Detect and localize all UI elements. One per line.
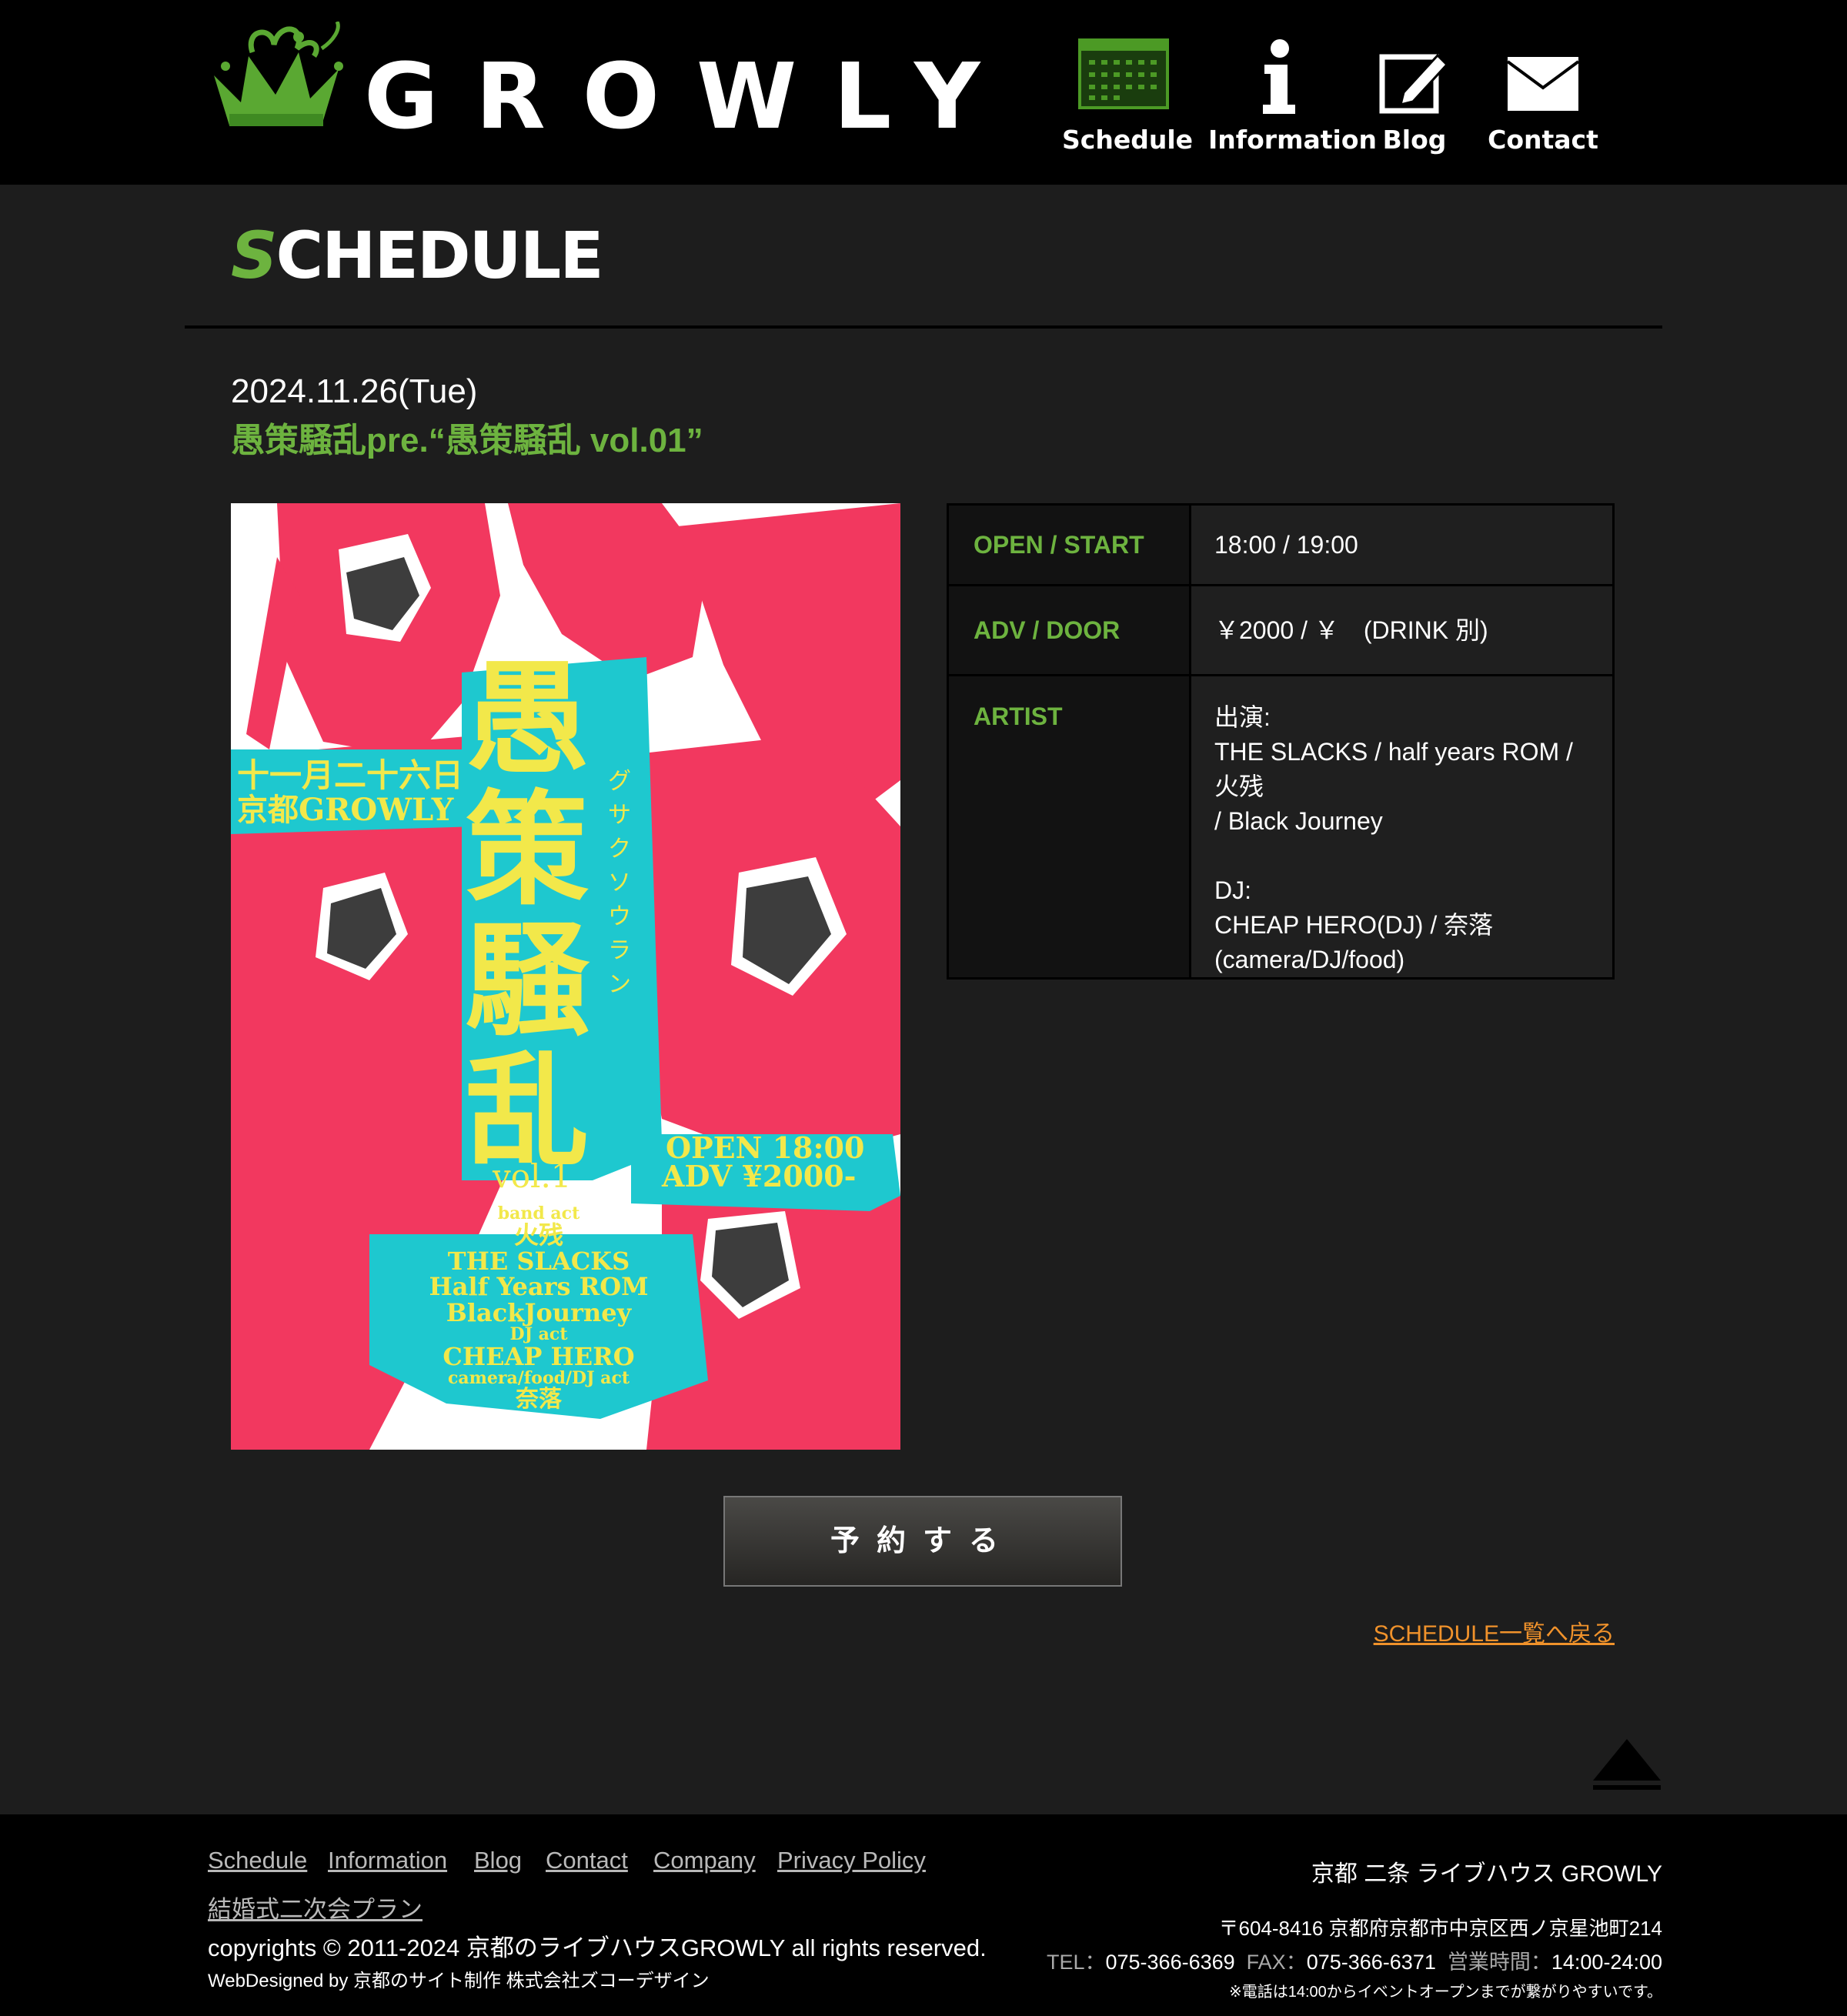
nav-blog[interactable]: Blog: [1376, 38, 1453, 162]
table-row: ARTIST 出演: THE SLACKS / half years ROM /…: [947, 674, 1615, 980]
nav-information-label: Information: [1208, 125, 1377, 155]
phone-note: ※電話は14:00からイベントオープンまでが繋がりやすいです。: [1228, 1984, 1662, 2001]
flyer-title-char-4: 乱: [466, 1039, 590, 1183]
artist-value: 出演: THE SLACKS / half years ROM / 火残 / B…: [1189, 674, 1615, 980]
open-start-value: 18:00 / 19:00: [1189, 503, 1615, 586]
crown-icon: [214, 22, 343, 126]
calendar-icon: [1078, 38, 1169, 109]
flyer-band-2: THE SLACKS: [447, 1246, 630, 1276]
nav-schedule-label: Schedule: [1062, 125, 1194, 155]
edit-icon: [1379, 53, 1449, 114]
flyer-title-char-2: 策: [466, 777, 590, 922]
page-title: SCHEDULE: [231, 218, 604, 293]
footer-link-wedding-plan[interactable]: 結婚式二次会プラン: [208, 1890, 423, 1924]
footer-link-information[interactable]: Information: [328, 1847, 447, 1874]
fax-number: 075-366-6371: [1306, 1951, 1436, 1974]
artist-label: ARTIST: [947, 674, 1191, 980]
venue-contact-line: TEL：075-366-6369 FAX：075-366-6371 営業時間：1…: [1047, 1945, 1662, 1975]
nav-contact-label: Contact: [1488, 125, 1598, 155]
tel-number: 075-366-6369: [1105, 1951, 1235, 1974]
footer-link-contact[interactable]: Contact: [546, 1847, 628, 1874]
flyer-band-1: 火残: [513, 1220, 563, 1250]
copyright-text: copyrights © 2011-2024 京都のライブハウスGROWLY a…: [208, 1934, 987, 1961]
logo-wordmark: GROWLY: [364, 43, 1017, 149]
page-top-icon[interactable]: [1591, 1737, 1662, 1793]
site-header: GROWLY Schedule Information Blog Contact: [0, 0, 1847, 185]
open-start-label: OPEN / START: [947, 503, 1191, 586]
event-title: 愚策騒乱pre.“愚策騒乱 vol.01”: [231, 422, 703, 459]
artist-line: (camera/DJ/food): [1214, 946, 1405, 973]
flyer-title-char-3: 騒: [466, 908, 590, 1053]
flyer-title-char-1: 愚: [466, 646, 590, 791]
flyer-adv: ADV ¥2000-: [662, 1159, 857, 1193]
adv-door-label: ADV / DOOR: [947, 584, 1191, 676]
tel-label: TEL：: [1046, 1951, 1106, 1974]
back-to-schedule-link[interactable]: SCHEDULE一覧へ戻る: [1374, 1614, 1615, 1648]
business-hours: 14:00-24:00: [1551, 1951, 1662, 1974]
flyer-camera: 奈落: [516, 1386, 562, 1414]
flyer-dj: CHEAP HERO: [443, 1341, 635, 1371]
flyer-lineup: band act 火残 THE SLACKS Half Years ROM Bl…: [377, 1204, 700, 1414]
flyer-camera-label: camera/food/DJ act: [448, 1368, 630, 1389]
footer-link-schedule[interactable]: Schedule: [208, 1847, 307, 1874]
site-logo[interactable]: GROWLY: [206, 22, 980, 145]
flyer-date-line2: 京都GROWLY: [237, 792, 454, 828]
adv-door-value: ￥2000 / ￥ (DRINK 別): [1189, 584, 1615, 676]
footer-link-company[interactable]: Company: [653, 1847, 756, 1874]
site-footer: Schedule Information Blog Contact Compan…: [0, 1814, 1847, 2016]
event-flyer: 十一月二十六日 京都GROWLY 愚 策 騒 乱 グサクソウラン vol.1 O…: [231, 503, 900, 1450]
artist-line: / Black Journey: [1214, 807, 1383, 835]
table-row: ADV / DOOR ￥2000 / ￥ (DRINK 別): [947, 584, 1615, 676]
artist-line: 出演:: [1214, 703, 1271, 731]
nav-contact[interactable]: Contact: [1485, 38, 1601, 162]
event-date: 2024.11.26(Tue): [231, 372, 478, 410]
footer-link-privacy-policy[interactable]: Privacy Policy: [777, 1847, 926, 1874]
hours-label: 営業時間：: [1447, 1951, 1551, 1974]
nav-schedule[interactable]: Schedule: [1062, 38, 1194, 162]
venue-address: 〒604-8416 京都府京都市中京区西ノ京星池町214: [1218, 1917, 1662, 1940]
web-designed-credit: WebDesigned by 京都のサイト制作 株式会社ズコーデザイン: [208, 1971, 710, 1991]
artist-line: THE SLACKS / half years ROM / 火残: [1214, 738, 1573, 800]
mail-icon: [1508, 57, 1578, 111]
table-row: OPEN / START 18:00 / 19:00: [947, 503, 1615, 586]
fax-label: FAX：: [1246, 1951, 1307, 1974]
flyer-band-4: BlackJourney: [446, 1297, 632, 1327]
footer-link-blog[interactable]: Blog: [474, 1847, 522, 1874]
flyer-reading: グサクソウラン: [608, 768, 631, 998]
flyer-band-3: Half Years ROM: [429, 1272, 649, 1302]
nav-information[interactable]: Information: [1208, 38, 1377, 162]
nav-blog-label: Blog: [1382, 125, 1447, 155]
reserve-button[interactable]: 予約する: [723, 1496, 1122, 1587]
info-icon: [1262, 39, 1295, 114]
event-info-table: OPEN / START 18:00 / 19:00 ADV / DOOR ￥2…: [947, 503, 1615, 980]
artist-line: [1214, 839, 1589, 873]
artist-line: CHEAP HERO(DJ) / 奈落: [1214, 911, 1494, 939]
venue-name: 京都 二条 ライブハウス GROWLY: [1311, 1861, 1662, 1887]
flyer-vol: vol.1: [493, 1157, 572, 1195]
artist-line: DJ:: [1214, 876, 1251, 904]
title-divider: [185, 325, 1662, 329]
